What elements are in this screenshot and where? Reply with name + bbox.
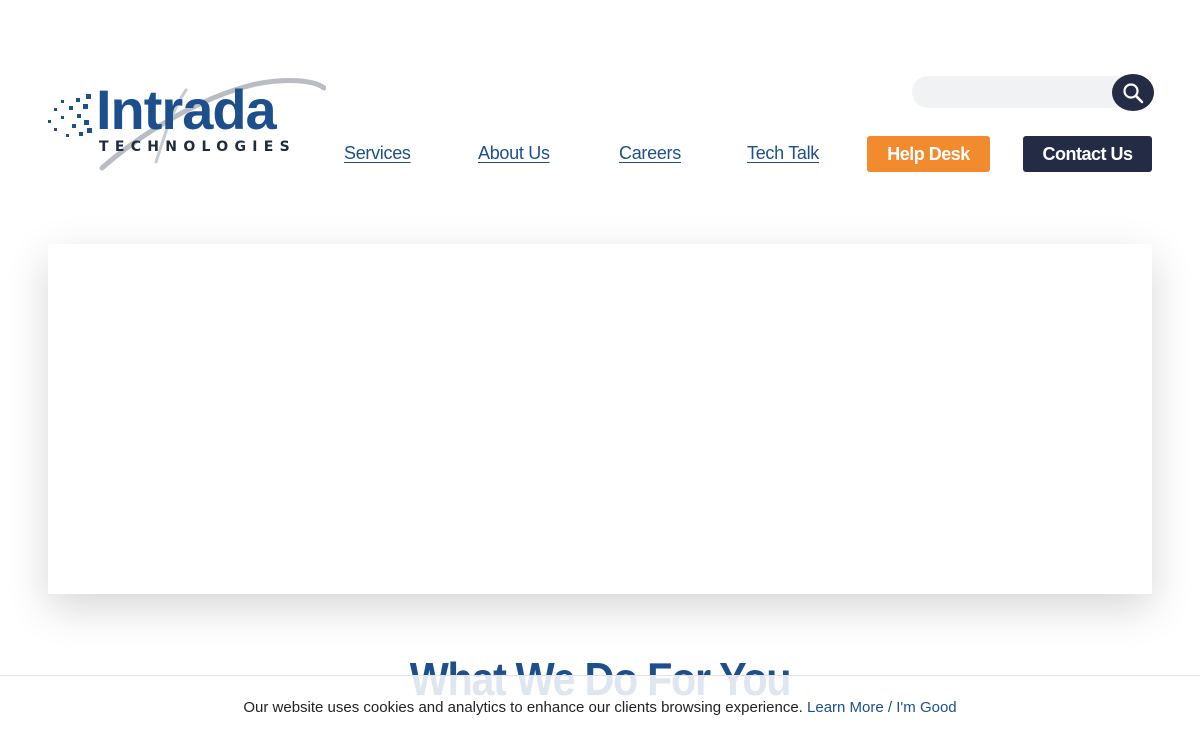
nav-link-about-us[interactable]: About Us bbox=[478, 143, 550, 164]
page: Intrada TECHNOLOGIES Services About Us C… bbox=[0, 0, 1200, 740]
cookie-learn-more-link[interactable]: Learn More bbox=[807, 699, 884, 716]
nav-link-careers[interactable]: Careers bbox=[619, 143, 681, 164]
search-input[interactable] bbox=[912, 76, 1132, 108]
logo-wordmark: Intrada bbox=[96, 78, 277, 141]
hero-banner bbox=[48, 244, 1152, 594]
cookie-separator: / bbox=[887, 699, 893, 716]
cookie-text-line: Our website uses cookies and analytics t… bbox=[0, 699, 1200, 716]
help-desk-button[interactable]: Help Desk bbox=[867, 136, 990, 172]
cookie-banner: Our website uses cookies and analytics t… bbox=[0, 675, 1200, 740]
main-nav: Services About Us Careers Tech Talk Help… bbox=[0, 136, 1200, 172]
cookie-dismiss-link[interactable]: I'm Good bbox=[896, 699, 956, 716]
search-icon bbox=[1123, 82, 1144, 103]
nav-link-services[interactable]: Services bbox=[344, 143, 411, 164]
contact-us-button[interactable]: Contact Us bbox=[1023, 136, 1152, 172]
cookie-message: Our website uses cookies and analytics t… bbox=[243, 699, 803, 716]
nav-link-tech-talk[interactable]: Tech Talk bbox=[747, 143, 819, 164]
search-button[interactable] bbox=[1112, 74, 1154, 111]
search-bar bbox=[912, 74, 1154, 111]
